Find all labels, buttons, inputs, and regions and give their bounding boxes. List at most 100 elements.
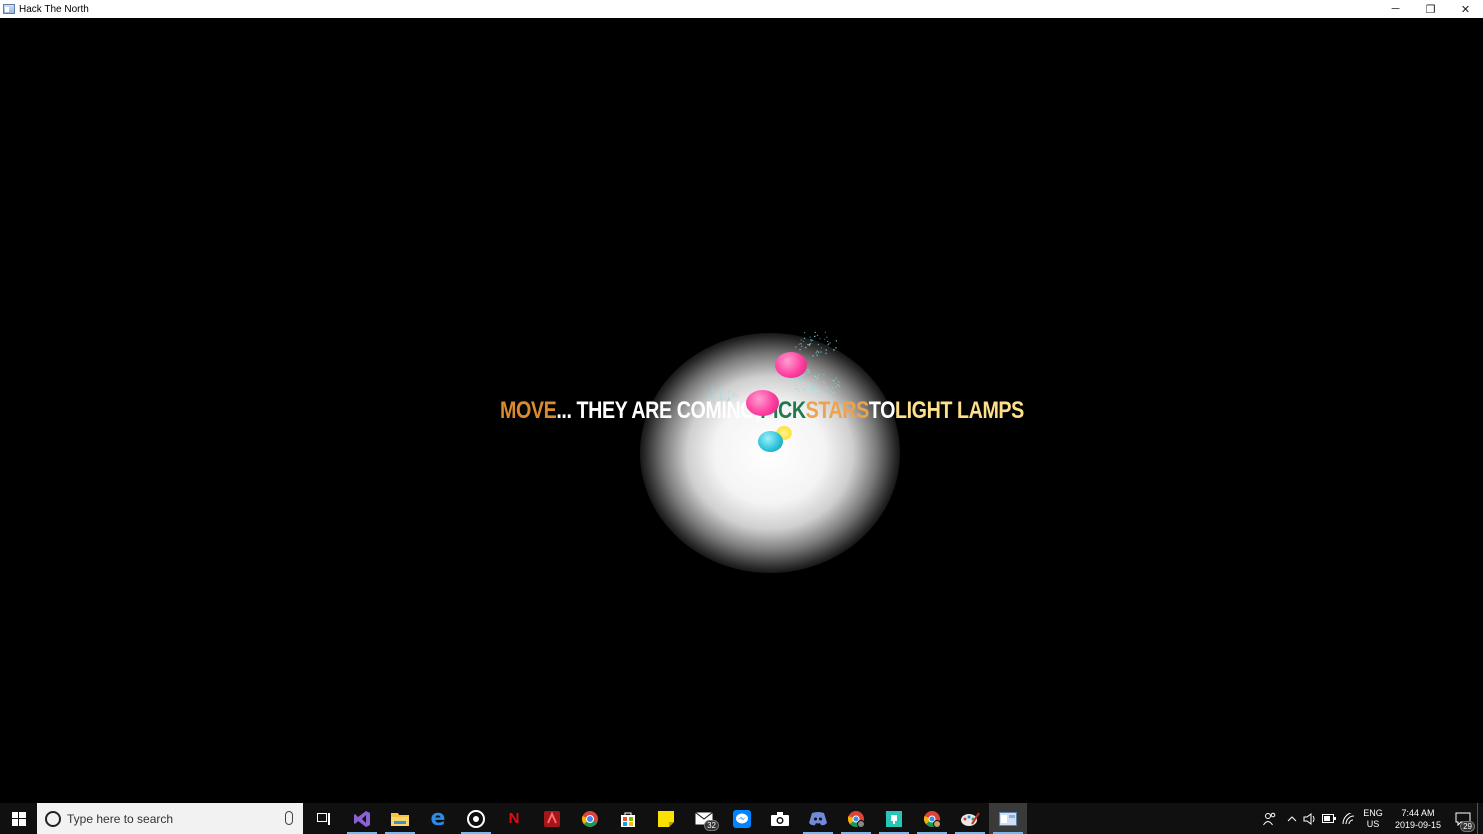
sparkle-particle: [805, 347, 807, 349]
sparkle-particle: [823, 373, 825, 375]
sparkle-particle: [790, 379, 792, 381]
sparkle-particle: [827, 340, 829, 342]
sparkle-particle: [829, 342, 831, 344]
sparkle-particle: [824, 382, 826, 384]
sparkle-particle: [727, 390, 729, 392]
search-box[interactable]: Type here to search: [37, 803, 303, 834]
clock-date: 2019-09-15: [1394, 819, 1442, 830]
message-word-move: MOVE: [500, 397, 557, 424]
clock[interactable]: 7:44 AM 2019-09-15: [1387, 803, 1449, 834]
action-center-icon[interactable]: 29: [1449, 803, 1477, 834]
sparkle-particle: [713, 387, 715, 389]
sparkle-particle: [711, 386, 713, 388]
netflix-icon[interactable]: N: [495, 803, 533, 834]
sparkle-particle: [815, 352, 817, 354]
file-explorer-icon[interactable]: [381, 803, 419, 834]
microphone-icon[interactable]: [285, 811, 293, 825]
messenger-icon[interactable]: [723, 803, 761, 834]
volume-icon[interactable]: [1301, 803, 1319, 834]
system-tray: ENG US 7:44 AM 2019-09-15 29: [1257, 803, 1483, 834]
sparkle-particle: [835, 340, 837, 342]
app-window-icon: [3, 4, 15, 14]
message-word-light-lamps: LIGHT LAMPS: [894, 397, 1024, 424]
sparkle-particle: [816, 386, 818, 388]
sparkle-particle: [810, 388, 812, 390]
sparkle-particle: [809, 343, 811, 345]
chrome-profile-2-icon[interactable]: [913, 803, 951, 834]
start-button[interactable]: [0, 803, 37, 834]
sparkle-particle: [816, 334, 819, 336]
minimize-button[interactable]: ─: [1378, 0, 1413, 18]
visual-studio-icon[interactable]: [343, 803, 381, 834]
input-language[interactable]: ENG US: [1359, 803, 1387, 834]
sparkle-particle: [807, 344, 809, 346]
message-text-coming: ... THEY ARE COMING,: [556, 397, 761, 424]
window-title: Hack The North: [19, 3, 89, 15]
camera-icon[interactable]: [761, 803, 799, 834]
wifi-icon[interactable]: [1339, 803, 1359, 834]
sparkle-particle: [798, 390, 800, 392]
show-hidden-icons-chevron-icon[interactable]: [1283, 803, 1301, 834]
teal-app-icon[interactable]: [875, 803, 913, 834]
pink-enemy-blob-2: [746, 390, 779, 416]
restore-button[interactable]: ❐: [1413, 0, 1448, 18]
sparkle-particle: [728, 391, 730, 393]
sparkle-particle: [813, 380, 815, 382]
sparkle-particle: [808, 344, 811, 346]
sparkle-particle: [816, 350, 818, 352]
sparkle-particle: [807, 371, 809, 374]
sparkle-particle: [835, 347, 837, 349]
sparkle-particle: [803, 374, 805, 377]
sparkle-particle: [823, 386, 825, 388]
show-desktop-button[interactable]: [1477, 803, 1483, 834]
sparkle-particle: [803, 389, 805, 391]
edge-icon[interactable]: e: [419, 803, 457, 834]
sparkle-particle: [826, 336, 828, 338]
sparkle-particle: [815, 375, 817, 378]
sparkle-particle: [795, 346, 797, 348]
close-button[interactable]: ✕: [1448, 0, 1483, 18]
language-code: ENG: [1363, 807, 1383, 818]
people-icon[interactable]: [1257, 803, 1283, 834]
cortana-icon: [45, 810, 61, 827]
sparkle-particle: [811, 339, 813, 341]
sparkle-particle: [816, 355, 818, 357]
sparkle-particle: [838, 385, 840, 387]
pink-enemy-blob: [775, 352, 807, 378]
sparkle-particle: [796, 388, 798, 391]
sparkle-particle: [710, 390, 712, 392]
groove-icon[interactable]: [457, 803, 495, 834]
message-word-stars: STARS: [805, 397, 870, 424]
red-app-icon[interactable]: [533, 803, 571, 834]
store-icon[interactable]: [609, 803, 647, 834]
sparkle-particle: [806, 385, 808, 387]
sparkle-particle: [796, 378, 798, 380]
title-bar: Hack The North ─ ❐ ✕: [0, 0, 1483, 18]
sparkle-particle: [837, 384, 839, 386]
sparkle-particle: [720, 385, 722, 387]
sticky-notes-icon[interactable]: [647, 803, 685, 834]
instruction-message: MOVE ... THEY ARE COMING, PICK STARS TO …: [500, 394, 1024, 428]
window-controls: ─ ❐ ✕: [1378, 0, 1483, 18]
game-window-icon[interactable]: [989, 803, 1027, 834]
game-canvas[interactable]: MOVE ... THEY ARE COMING, PICK STARS TO …: [0, 18, 1483, 803]
battery-icon[interactable]: [1319, 803, 1339, 834]
sparkle-particle: [833, 379, 835, 382]
chrome-icon[interactable]: [571, 803, 609, 834]
sparkle-particle: [818, 374, 820, 376]
sparkle-particle: [818, 351, 820, 353]
task-view-icon[interactable]: [305, 803, 343, 834]
mail-icon[interactable]: 32: [685, 803, 723, 834]
paint-icon[interactable]: [951, 803, 989, 834]
sparkle-particle: [822, 380, 825, 382]
mail-unread-badge: 32: [704, 820, 719, 831]
sparkle-particle: [813, 387, 815, 389]
sparkle-particle: [704, 390, 706, 393]
chrome-profile-icon[interactable]: [837, 803, 875, 834]
sparkle-particle: [825, 349, 827, 351]
clock-time: 7:44 AM: [1401, 807, 1435, 818]
discord-icon[interactable]: [799, 803, 837, 834]
sparkle-particle: [809, 336, 811, 338]
sparkle-particle: [711, 391, 713, 393]
sparkle-particle: [800, 375, 802, 377]
